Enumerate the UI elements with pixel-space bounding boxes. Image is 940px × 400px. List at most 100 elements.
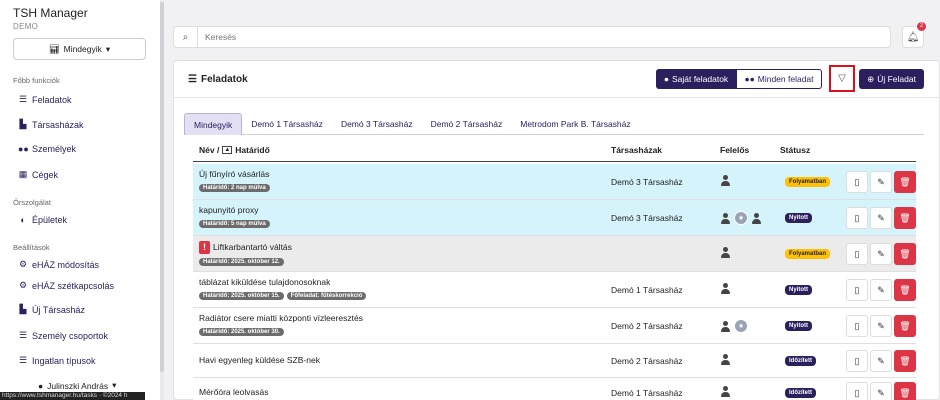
caret-down-icon: ▾ [112, 380, 117, 390]
user-menu[interactable]: ● Julinszki András ▾ [38, 380, 116, 391]
new-task-button[interactable]: ⊕ Új Feladat [859, 69, 924, 89]
sidebar-item-persons[interactable]: ●● Személyek [18, 144, 76, 154]
user-icon [720, 386, 731, 397]
edit-button[interactable]: ✎ [870, 350, 892, 372]
tab-demo2[interactable]: Demó 2 Társasház [422, 113, 512, 135]
view-button[interactable]: ▯ [846, 171, 868, 193]
column-header-name[interactable]: Név / ▲ Határidő [199, 145, 270, 155]
house-selector[interactable]: 📊︎ Mindegyik ▾ [13, 38, 146, 60]
badge-group: Határidő: 2025. október 12. [199, 258, 284, 266]
section-main-label: Főbb funkciók [13, 76, 60, 85]
section-guard-label: Őrszolgálat [13, 198, 51, 207]
view-button[interactable]: ▯ [846, 243, 868, 265]
sort-icon: ▲ [222, 146, 233, 154]
row-actions: ▯ ✎ 🗑︎ [846, 243, 916, 265]
sidebar-item-label: Társasházak [32, 119, 84, 130]
delete-button[interactable]: 🗑︎ [894, 207, 916, 229]
deadline-badge: Főfeladat: fűtéskorrekció [286, 292, 367, 300]
sidebar-scrollbar[interactable] [160, 0, 164, 400]
deadline-badge: Határidő: 2025. október 12. [199, 258, 284, 266]
status-bar: https://www.tshmanager.hu/tasks · ©2024 … [0, 392, 145, 400]
delete-button[interactable]: 🗑︎ [894, 382, 916, 400]
filter-button[interactable]: ▽ [829, 65, 855, 92]
edit-button[interactable]: ✎ [870, 207, 892, 229]
delete-button[interactable]: 🗑︎ [894, 279, 916, 301]
users-icon: ●● [18, 144, 29, 154]
task-name[interactable]: táblázat kiküldése tulajdonosoknak [199, 277, 330, 287]
table-row[interactable]: Havi egyenleg küldése SZB-nek Demó 2 Társ… [193, 344, 916, 378]
app-title: TSH Manager [13, 6, 88, 20]
tab-metrodom[interactable]: Metrodom Park B. Társasház [511, 113, 639, 135]
task-name[interactable]: kapunyitó proxy [199, 205, 259, 215]
document-icon: ▯ [854, 248, 860, 259]
task-name-text: Liftkarbantartó váltás [213, 242, 292, 252]
tab-demo3[interactable]: Demó 3 Társasház [332, 113, 422, 135]
tasks-card: ☰ Feladatok ● Saját feladatok ●● Minden fe… [173, 60, 940, 400]
owner-list [720, 354, 731, 365]
view-button[interactable]: ▯ [846, 315, 868, 337]
all-tasks-button[interactable]: ●● Minden feladat [736, 69, 822, 89]
status-badge: Időzített [785, 388, 816, 398]
tab-all[interactable]: Mindegyik [184, 113, 243, 135]
view-button[interactable]: ▯ [846, 279, 868, 301]
column-header-house[interactable]: Társasházak [611, 145, 662, 155]
edit-button[interactable]: ✎ [870, 171, 892, 193]
edit-button[interactable]: ✎ [870, 382, 892, 400]
task-name[interactable]: Mérőóra leolvasás [199, 387, 268, 397]
trash-icon: 🗑︎ [899, 212, 911, 223]
sidebar-item-person-groups[interactable]: ☰ Személy csoportok [18, 330, 108, 341]
tab-demo1[interactable]: Demó 1 Társasház [242, 113, 332, 135]
column-header-status[interactable]: Státusz [780, 145, 810, 155]
users-icon: ●● [744, 74, 755, 84]
pencil-icon: ✎ [877, 176, 885, 187]
delete-button[interactable]: 🗑︎ [894, 171, 916, 193]
house-tabs: Mindegyik Demó 1 Társasház Demó 3 Társas… [184, 113, 924, 135]
scrollbar-thumb[interactable] [160, 2, 164, 372]
trash-icon: 🗑︎ [899, 320, 911, 331]
document-icon: ▯ [854, 284, 860, 295]
edit-button[interactable]: ✎ [870, 315, 892, 337]
page-title-text: Feladatok [200, 74, 248, 85]
table-row[interactable]: Radiátor csere miatti központi vízleeres… [193, 308, 916, 344]
sidebar-item-property-types[interactable]: ☰ Ingatlan típusok [18, 355, 96, 366]
sidebar-item-houses[interactable]: ▙ Társasházak [18, 119, 84, 130]
column-header-owner[interactable]: Felelős [720, 145, 749, 155]
task-name[interactable]: ! Liftkarbantartó váltás [199, 241, 292, 254]
status-badge: Időzített [785, 356, 816, 366]
own-tasks-button[interactable]: ● Saját feladatok [656, 69, 736, 89]
search-input[interactable] [198, 32, 878, 42]
table-row[interactable]: táblázat kiküldése tulajdonosoknak Határi… [193, 272, 916, 308]
sidebar-item-label: Cégek [32, 169, 59, 180]
view-button[interactable]: ▯ [846, 207, 868, 229]
edit-button[interactable]: ✎ [870, 279, 892, 301]
view-button[interactable]: ▯ [846, 382, 868, 400]
all-tasks-label: Minden feladat [757, 74, 814, 84]
notification-button[interactable]: 🔔︎ 2 [902, 22, 926, 48]
sidebar-item-tasks[interactable]: ☰ Feladatok [18, 94, 72, 105]
view-button[interactable]: ▯ [846, 350, 868, 372]
user-icon: ● [663, 74, 669, 84]
task-name[interactable]: Radiátor csere miatti központi vízleeres… [199, 313, 363, 323]
sidebar-item-label: Személy csoportok [32, 330, 109, 341]
sidebar-item-buildings[interactable]: ◐ Épületek [18, 215, 67, 225]
user-icon [720, 354, 731, 365]
sidebar-item-ehaz-modify[interactable]: ⚙ eHÁZ módosítás [18, 259, 99, 270]
delete-button[interactable]: 🗑︎ [894, 315, 916, 337]
task-name[interactable]: Havi egyenleg küldése SZB-nek [199, 355, 320, 365]
sidebar-item-new-house[interactable]: ▙ Új Társasház [18, 304, 85, 315]
table-row[interactable]: kapunyitó proxy Határidő: 5 nap múlva Demó… [193, 200, 916, 236]
sidebar-item-companies[interactable]: ▦ Cégek [18, 169, 58, 180]
table-row[interactable]: Új fűnyíró vásárlás Határidő: 2 nap múlva… [193, 164, 916, 200]
table-row[interactable]: Mérőóra leolvasás Demó 1 Társasház Időzíte… [193, 378, 916, 400]
notification-badge: 2 [917, 22, 926, 31]
delete-button[interactable]: 🗑︎ [894, 350, 916, 372]
avatar: ◉ [734, 211, 748, 225]
table-row[interactable]: ! Liftkarbantartó váltás Határidő: 2025. o… [193, 236, 916, 272]
task-name[interactable]: Új fűnyíró vásárlás [199, 169, 269, 179]
trash-icon: 🗑︎ [899, 248, 911, 259]
sidebar-item-ehaz-disconnect[interactable]: ⚙ eHÁZ szétkapcsolás [18, 280, 114, 291]
edit-button[interactable]: ✎ [870, 243, 892, 265]
chart-icon: 📊︎ [48, 43, 60, 54]
delete-button[interactable]: 🗑︎ [894, 243, 916, 265]
trash-icon: 🗑︎ [899, 176, 911, 187]
